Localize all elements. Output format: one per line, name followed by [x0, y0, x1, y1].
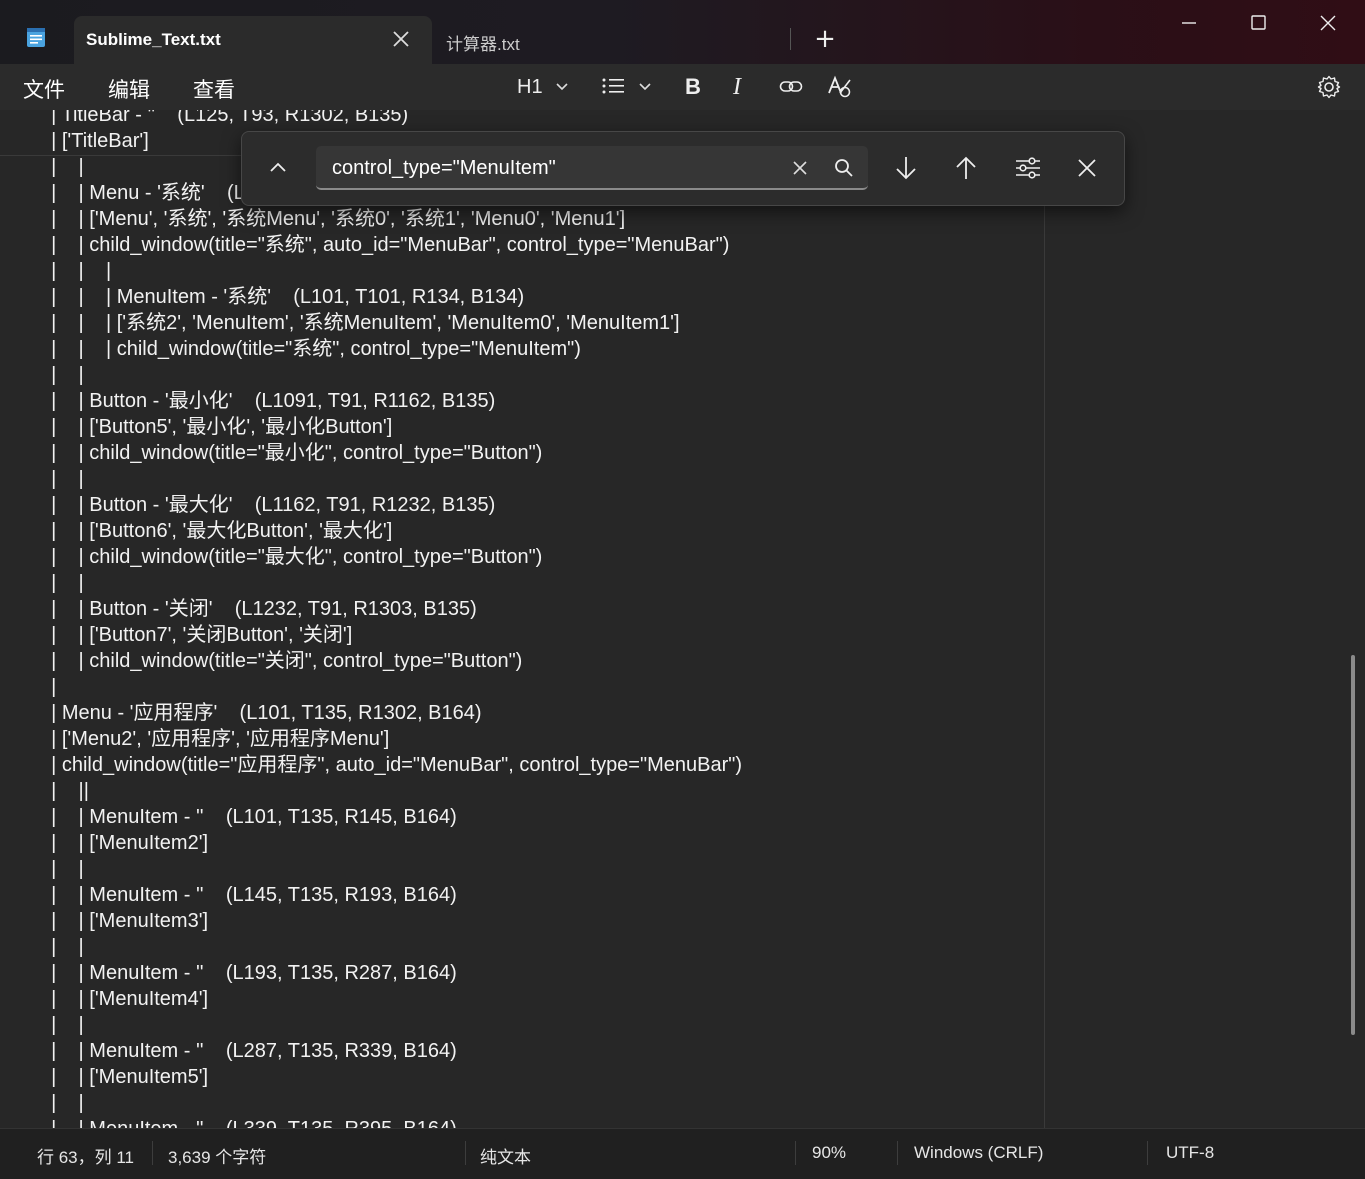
zoom-level[interactable]: 90%	[812, 1143, 846, 1163]
text-line[interactable]: | ['Menu2', '应用程序', '应用程序Menu']	[40, 726, 742, 752]
text-line[interactable]: | |	[40, 570, 742, 596]
text-line[interactable]: | | MenuItem - '' (L193, T135, R287, B16…	[40, 960, 742, 986]
close-tab-icon[interactable]	[388, 26, 414, 52]
text-line[interactable]: | | Button - '关闭' (L1232, T91, R1303, B1…	[40, 596, 742, 622]
text-line[interactable]: | | child_window(title="系统", auto_id="Me…	[40, 232, 742, 258]
text-format[interactable]: 纯文本	[480, 1143, 531, 1168]
heading-dropdown[interactable]: H1	[517, 74, 573, 100]
status-divider	[1147, 1141, 1148, 1165]
text-line[interactable]: | | child_window(title="最大化", control_ty…	[40, 544, 742, 570]
chevron-down-icon	[639, 83, 651, 91]
find-previous-icon[interactable]	[950, 152, 982, 184]
link-icon[interactable]	[779, 74, 803, 100]
notepad-window: Sublime_Text.txt 计算器.txt + 文件 编辑 查看 H1 B…	[0, 0, 1365, 1179]
status-bar: 行 63，列 11 3,639 个字符 纯文本 90% Windows (CRL…	[0, 1128, 1365, 1179]
list-dropdown[interactable]	[601, 74, 657, 100]
find-input[interactable]	[330, 152, 774, 184]
text-line[interactable]: | | MenuItem - '' (L287, T135, R339, B16…	[40, 1038, 742, 1064]
notepad-app-icon	[27, 28, 45, 47]
spellcheck-icon[interactable]	[826, 74, 852, 100]
text-line[interactable]: | | child_window(title="关闭", control_typ…	[40, 648, 742, 674]
bullet-list-icon	[602, 78, 624, 94]
menu-view[interactable]: 查看	[193, 74, 235, 104]
text-line[interactable]: |	[40, 674, 742, 700]
find-options-icon[interactable]	[1012, 152, 1044, 184]
text-line[interactable]: | | ['Button7', '关闭Button', '关闭']	[40, 622, 742, 648]
italic-button[interactable]: I	[733, 74, 741, 100]
menu-file[interactable]: 文件	[23, 74, 65, 104]
text-editor[interactable]: | TitleBar - '' (L125, T93, R1302, B135)…	[0, 110, 1365, 1128]
text-line[interactable]: | | | child_window(title="系统", control_t…	[40, 336, 742, 362]
maximize-icon[interactable]	[1235, 8, 1281, 38]
text-line[interactable]: | |	[40, 934, 742, 960]
text-line[interactable]: | | MenuItem - '' (L145, T135, R193, B16…	[40, 882, 742, 908]
search-icon[interactable]	[830, 154, 858, 182]
chevron-down-icon	[556, 83, 568, 91]
text-line[interactable]: | | Button - '最大化' (L1162, T91, R1232, B…	[40, 492, 742, 518]
text-line[interactable]: | | MenuItem - '' (L339, T135, R395, B16…	[40, 1116, 742, 1128]
text-line[interactable]: | | Button - '最小化' (L1091, T91, R1162, B…	[40, 388, 742, 414]
character-count: 3,639 个字符	[168, 1148, 267, 1167]
find-next-icon[interactable]	[890, 152, 922, 184]
status-divider	[897, 1141, 898, 1165]
text-line[interactable]: | | ['MenuItem3']	[40, 908, 742, 934]
cursor-position[interactable]: 行 63，列 11	[37, 1143, 134, 1168]
tab-calculator[interactable]: 计算器.txt	[446, 30, 520, 55]
text-line[interactable]: | ||	[40, 778, 742, 804]
minimize-icon[interactable]	[1166, 8, 1212, 38]
text-line[interactable]: | |	[40, 362, 742, 388]
status-divider	[795, 1141, 796, 1165]
tab-title: 计算器.txt	[446, 35, 520, 54]
bold-button[interactable]: B	[685, 74, 701, 100]
document-text[interactable]: | TitleBar - '' (L125, T93, R1302, B135)…	[40, 110, 742, 1128]
text-line[interactable]: | | ['Button6', '最大化Button', '最大化']	[40, 518, 742, 544]
text-line[interactable]: | | |	[40, 258, 742, 284]
text-line[interactable]: | | child_window(title="最小化", control_ty…	[40, 440, 742, 466]
tab-divider	[790, 28, 791, 50]
text-line[interactable]: | | ['MenuItem2']	[40, 830, 742, 856]
background-window-edge	[1044, 155, 1045, 1145]
close-find-icon[interactable]	[1071, 152, 1103, 184]
text-line[interactable]: | | ['Menu', '系统', '系统Menu', '系统0', '系统1…	[40, 206, 742, 232]
text-line[interactable]: | | ['MenuItem4']	[40, 986, 742, 1012]
text-line[interactable]: | child_window(title="应用程序", auto_id="Me…	[40, 752, 742, 778]
find-field[interactable]	[316, 146, 868, 190]
text-line[interactable]: | |	[40, 466, 742, 492]
text-line[interactable]: | | | MenuItem - '系统' (L101, T101, R134,…	[40, 284, 742, 310]
tab-title: Sublime_Text.txt	[86, 30, 221, 49]
text-line[interactable]: | | MenuItem - '' (L101, T135, R145, B16…	[40, 804, 742, 830]
status-divider	[465, 1141, 466, 1165]
find-bar	[241, 131, 1125, 206]
line-ending[interactable]: Windows (CRLF)	[914, 1143, 1043, 1163]
text-line[interactable]: | TitleBar - '' (L125, T93, R1302, B135)	[40, 110, 742, 128]
menu-bar: 文件 编辑 查看 H1 B I	[0, 64, 1365, 110]
text-line[interactable]: | Menu - '应用程序' (L101, T135, R1302, B164…	[40, 700, 742, 726]
text-line[interactable]: | |	[40, 856, 742, 882]
text-line[interactable]: | | | ['系统2', 'MenuItem', '系统MenuItem', …	[40, 310, 742, 336]
text-line[interactable]: | |	[40, 1012, 742, 1038]
gear-icon[interactable]	[1316, 74, 1342, 100]
status-divider	[152, 1141, 153, 1165]
text-line[interactable]: | | ['MenuItem5']	[40, 1064, 742, 1090]
tab-sublime-text[interactable]: Sublime_Text.txt	[74, 16, 432, 64]
close-window-icon[interactable]	[1305, 8, 1351, 38]
title-bar: Sublime_Text.txt 计算器.txt +	[0, 0, 1365, 64]
heading-label: H1	[517, 76, 543, 98]
menu-edit[interactable]: 编辑	[108, 74, 150, 104]
text-line[interactable]: | |	[40, 1090, 742, 1116]
text-line[interactable]: | | ['Button5', '最小化', '最小化Button']	[40, 414, 742, 440]
clear-icon[interactable]	[786, 154, 814, 182]
chevron-up-icon[interactable]	[264, 154, 292, 182]
vertical-scrollbar[interactable]	[1351, 655, 1355, 1035]
encoding[interactable]: UTF-8	[1166, 1143, 1214, 1163]
new-tab-button[interactable]: +	[812, 24, 838, 54]
